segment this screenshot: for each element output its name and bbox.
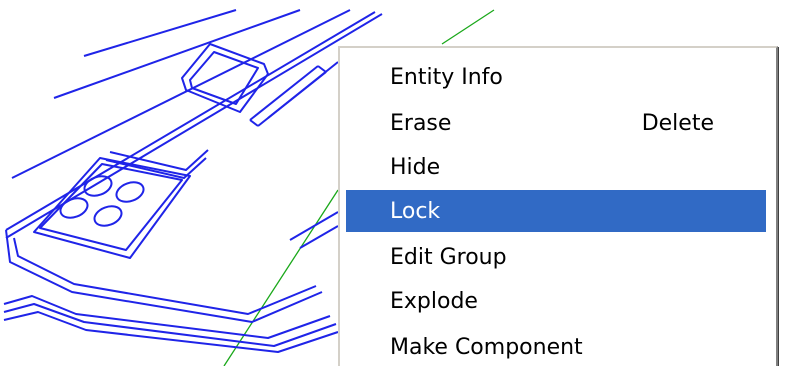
- menu-item-make-component[interactable]: Make Component: [346, 326, 766, 366]
- green-axis-line-bottom: [223, 189, 339, 366]
- menu-item-label: Make Component: [390, 334, 583, 360]
- screenshot-stage: Entity Info Erase Delete Hide Lock Edit …: [0, 0, 786, 366]
- model-hole-2: [115, 181, 145, 203]
- model-right-rail-3: [249, 119, 259, 127]
- menu-item-shortcut: Delete: [641, 110, 714, 136]
- menu-item-edit-group[interactable]: Edit Group: [346, 236, 766, 278]
- group-model-outline[interactable]: [3, 9, 383, 353]
- menu-item-label: Edit Group: [390, 244, 507, 270]
- menu-item-explode[interactable]: Explode: [346, 280, 766, 322]
- model-right-rail-7: [299, 225, 339, 249]
- green-axis-line-top: [441, 9, 495, 45]
- model-right-rail-5: [267, 61, 339, 119]
- menu-item-label: Erase: [390, 110, 452, 136]
- context-menu: Entity Info Erase Delete Hide Lock Edit …: [338, 46, 778, 366]
- menu-item-label: Hide: [390, 154, 441, 180]
- model-right-rail-6: [289, 211, 339, 241]
- menu-item-lock[interactable]: Lock: [346, 190, 766, 232]
- model-right-rail-4: [317, 65, 327, 73]
- menu-item-label: Entity Info: [390, 64, 503, 90]
- menu-item-entity-info[interactable]: Entity Info: [346, 56, 766, 98]
- menu-item-label: Explode: [390, 288, 478, 314]
- model-top-edge-4: [5, 11, 376, 231]
- model-body-left: [5, 229, 323, 323]
- model-body-left-inner: [13, 237, 317, 315]
- model-top-edge-1: [83, 9, 237, 57]
- model-right-rail-1: [249, 65, 319, 121]
- menu-item-hide[interactable]: Hide: [346, 146, 766, 188]
- menu-item-erase[interactable]: Erase Delete: [346, 102, 766, 144]
- menu-item-label: Lock: [390, 198, 441, 224]
- model-hole-4: [93, 205, 123, 227]
- model-square-pad: [181, 43, 269, 113]
